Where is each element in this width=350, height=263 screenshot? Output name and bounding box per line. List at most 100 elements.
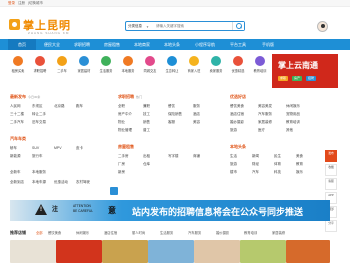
tab-beauty[interactable]: 丽人时尚 bbox=[132, 230, 145, 235]
category-item[interactable]: 同城交友 bbox=[140, 54, 160, 84]
switch-city-link[interactable]: |切换城市 bbox=[28, 1, 43, 6]
shop-thumbnail[interactable] bbox=[286, 240, 330, 263]
shop-thumbnail[interactable] bbox=[194, 240, 240, 263]
link[interactable]: 北京路 bbox=[54, 104, 65, 109]
link[interactable]: 二手汽车 bbox=[10, 120, 24, 125]
link[interactable]: 其他 bbox=[286, 128, 293, 133]
link[interactable]: 新闻 bbox=[252, 154, 259, 159]
notice-banner[interactable]: ! 注 ATTENTION BE CAREFUL 意 站内发布的招聘信息将会在公… bbox=[10, 200, 330, 221]
sidebar-item-favorite[interactable]: 收藏 bbox=[325, 164, 337, 176]
link[interactable]: 服务 bbox=[193, 104, 200, 109]
link[interactable]: 普工 bbox=[143, 128, 150, 133]
link[interactable]: 兼职 bbox=[143, 104, 150, 109]
tab-life[interactable]: 生活服务 bbox=[160, 230, 173, 235]
link[interactable]: 医疗 bbox=[258, 128, 265, 133]
register-link[interactable]: 注册 bbox=[18, 1, 25, 6]
link[interactable]: 二手房 bbox=[118, 154, 129, 159]
link[interactable]: 旧车交易 bbox=[32, 120, 46, 125]
link[interactable]: 休闲娱乐 bbox=[286, 104, 300, 109]
link[interactable]: 全新到店 bbox=[10, 180, 24, 185]
sidebar-item-service[interactable]: 客服 bbox=[325, 178, 337, 190]
nav-item-home[interactable]: 首页 bbox=[8, 39, 36, 50]
link[interactable]: 技工 bbox=[143, 112, 150, 117]
link[interactable]: 仓库 bbox=[143, 162, 150, 167]
link[interactable]: 皮卡 bbox=[76, 146, 83, 151]
link[interactable]: 美容 bbox=[193, 120, 200, 125]
link[interactable]: 本地车源 bbox=[32, 180, 46, 185]
link[interactable]: 教育培训 bbox=[286, 120, 300, 125]
link[interactable]: 三十二楼 bbox=[10, 112, 24, 117]
category-item[interactable]: 求职招聘 bbox=[30, 54, 50, 84]
link[interactable]: 汽车 bbox=[252, 170, 259, 175]
link[interactable]: 旅游 bbox=[230, 128, 237, 133]
shop-thumbnail[interactable] bbox=[148, 240, 194, 263]
search-category[interactable]: 分类信息 bbox=[128, 24, 142, 29]
tab-education[interactable]: 教育培训 bbox=[244, 230, 257, 235]
link[interactable]: 科技 bbox=[274, 170, 281, 175]
category-item[interactable]: 租房买卖 bbox=[8, 54, 28, 84]
category-item[interactable]: 生意转让 bbox=[162, 54, 182, 84]
link[interactable]: 餐饮美食 bbox=[230, 104, 244, 109]
nav-item-tools[interactable]: 平台工具 bbox=[224, 39, 252, 50]
sidebar-item-publish[interactable]: 发布 bbox=[325, 150, 337, 162]
nav-item-housing[interactable]: 房屋租售 bbox=[98, 39, 126, 50]
link[interactable]: 教育 bbox=[296, 162, 303, 167]
tab-auto[interactable]: 汽车服务 bbox=[188, 230, 201, 235]
link[interactable]: 人民网 bbox=[10, 104, 21, 109]
tab-food[interactable]: 餐饮美食 bbox=[48, 230, 61, 235]
search-input[interactable] bbox=[156, 22, 228, 30]
link[interactable]: 跑车 bbox=[76, 104, 83, 109]
link[interactable]: 餐饮 bbox=[168, 104, 175, 109]
link[interactable]: 轿车 bbox=[10, 146, 17, 151]
link[interactable]: 酒店 bbox=[193, 112, 200, 117]
link[interactable]: 生活 bbox=[230, 154, 237, 159]
nav-item-merchants[interactable]: 本地商家 bbox=[128, 39, 156, 50]
tab-leisure[interactable]: 休闲娱乐 bbox=[76, 230, 89, 235]
link[interactable]: MPV bbox=[54, 146, 62, 150]
link[interactable]: 美容美发 bbox=[258, 104, 272, 109]
link[interactable]: 客服 bbox=[168, 120, 175, 125]
link[interactable]: 销售 bbox=[143, 120, 150, 125]
tab-hotel[interactable]: 酒店住宿 bbox=[104, 230, 117, 235]
link[interactable]: 本地服务 bbox=[32, 170, 46, 175]
link[interactable]: 宠物用品 bbox=[286, 112, 300, 117]
category-item[interactable]: 教育培训 bbox=[250, 54, 270, 84]
link[interactable]: 物业 bbox=[118, 120, 125, 125]
nav-item-jobs[interactable]: 求职招聘 bbox=[68, 39, 96, 50]
tab-wedding[interactable]: 婚纱摄影 bbox=[216, 230, 229, 235]
link[interactable]: 东坝区 bbox=[32, 104, 43, 109]
link[interactable]: 房产中介 bbox=[118, 112, 132, 117]
promo-banner[interactable]: 掌上云南通 求职 房产 招聘 bbox=[272, 54, 338, 88]
link[interactable]: 转让二手 bbox=[32, 112, 46, 117]
shop-thumbnail[interactable] bbox=[102, 240, 148, 263]
link[interactable]: 商铺 bbox=[193, 154, 200, 159]
link[interactable]: 汽车服务 bbox=[258, 112, 272, 117]
tab-all[interactable]: 全部 bbox=[36, 230, 43, 235]
nav-item-news[interactable]: 本地头条 bbox=[158, 39, 186, 50]
link[interactable]: 楼市 bbox=[230, 170, 237, 175]
link[interactable]: 旅游 bbox=[230, 162, 237, 167]
category-item[interactable]: 优惠精选 bbox=[228, 54, 248, 84]
link[interactable]: 新房 bbox=[118, 170, 125, 175]
link[interactable]: 写字楼 bbox=[168, 154, 179, 159]
tab-decor[interactable]: 家居装修 bbox=[272, 230, 285, 235]
link[interactable]: 厂房 bbox=[118, 162, 125, 167]
avatar[interactable] bbox=[317, 21, 328, 32]
link[interactable]: 保险销售 bbox=[168, 112, 182, 117]
link[interactable]: 家居装修 bbox=[258, 120, 272, 125]
link[interactable]: 财经 bbox=[252, 162, 259, 167]
category-item[interactable]: 卖家服务 bbox=[206, 54, 226, 84]
link[interactable]: 酒店住宿 bbox=[230, 112, 244, 117]
link[interactable]: 全新车 bbox=[10, 170, 21, 175]
nav-item-services[interactable]: 便民大全 bbox=[38, 39, 66, 50]
link[interactable]: 全职 bbox=[118, 104, 125, 109]
link[interactable]: 出租 bbox=[143, 154, 150, 159]
link[interactable]: 优惠活动 bbox=[54, 180, 68, 185]
link[interactable]: 新能源 bbox=[10, 154, 21, 159]
link[interactable]: SUV bbox=[32, 146, 39, 150]
link[interactable]: 婚纱摄影 bbox=[230, 120, 244, 125]
link[interactable]: 旅行车 bbox=[32, 154, 43, 159]
link[interactable]: 农村驾驶 bbox=[76, 180, 90, 185]
category-item[interactable]: 商家入驻 bbox=[184, 54, 204, 84]
shop-thumbnail[interactable] bbox=[10, 240, 56, 263]
